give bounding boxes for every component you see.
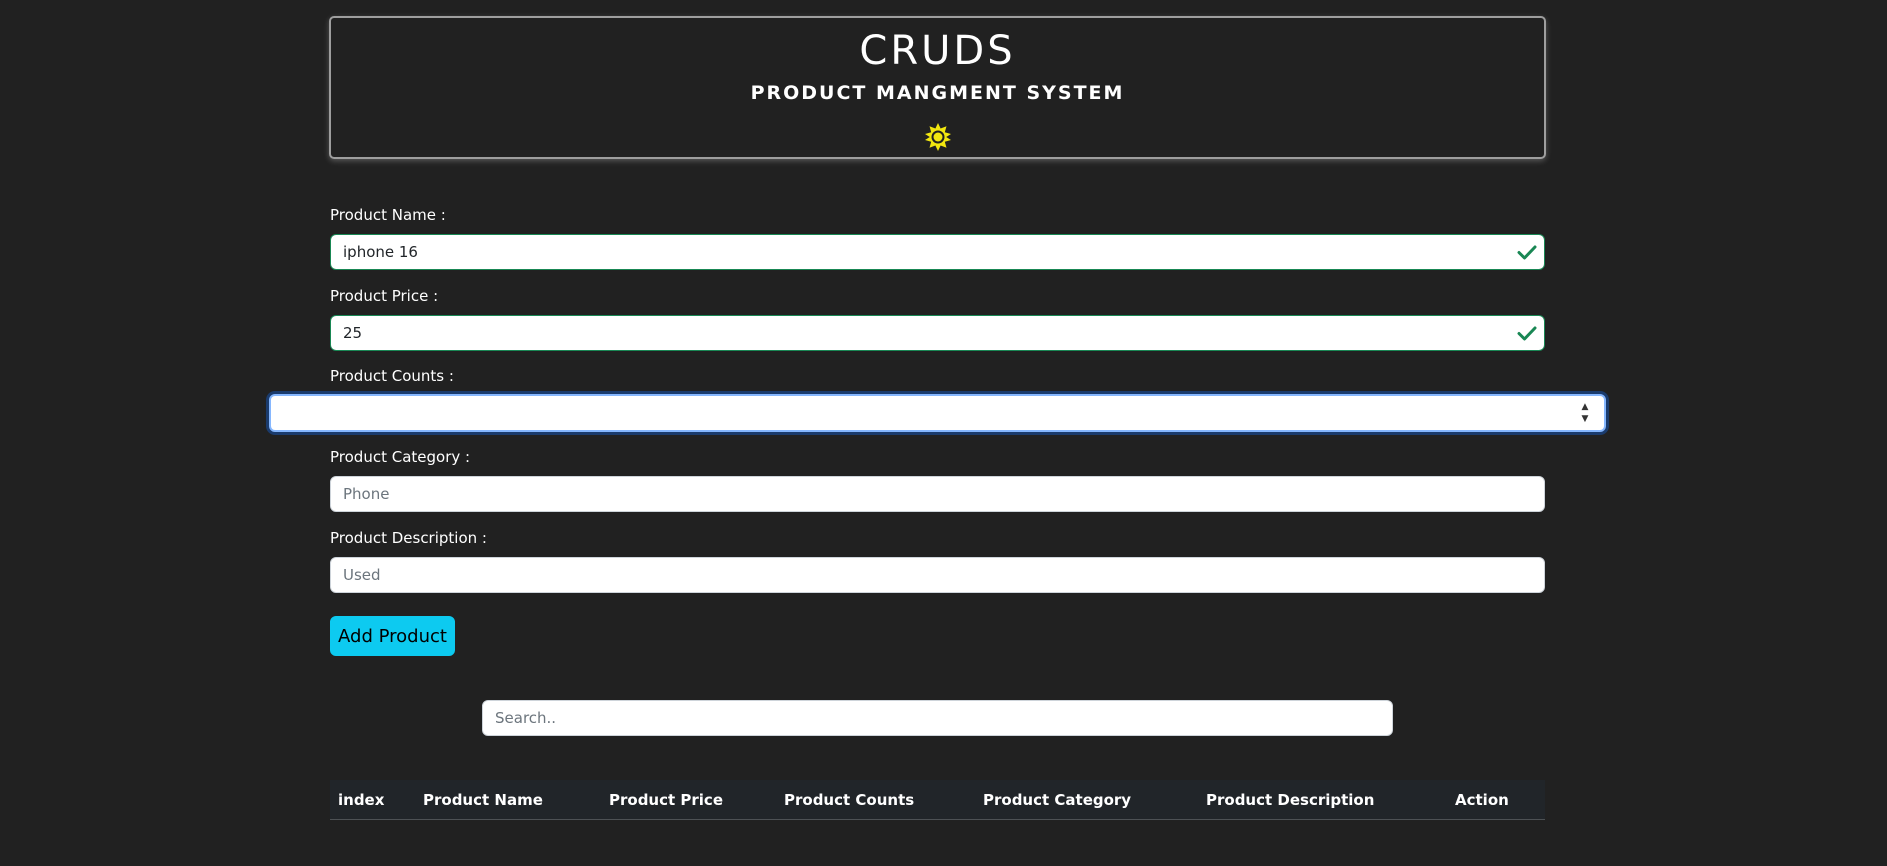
- column-header-product-description: Product Description: [1206, 791, 1375, 809]
- app-subtitle: PRODUCT MANGMENT SYSTEM: [750, 82, 1125, 104]
- app-header: CRUDS PRODUCT MANGMENT SYSTEM: [329, 16, 1546, 159]
- product-price-input[interactable]: [330, 315, 1545, 351]
- product-price-label: Product Price :: [330, 287, 439, 305]
- product-category-input[interactable]: [330, 476, 1545, 512]
- product-counts-label: Product Counts :: [330, 367, 454, 385]
- search-input[interactable]: [482, 700, 1393, 736]
- add-product-button[interactable]: Add Product: [330, 616, 455, 656]
- column-header-product-category: Product Category: [983, 791, 1132, 809]
- column-header-product-name: Product Name: [423, 791, 543, 809]
- product-counts-input[interactable]: [269, 394, 1606, 432]
- product-table: index Product Name Product Price Product…: [330, 780, 1545, 820]
- product-name-input[interactable]: [330, 234, 1545, 270]
- column-header-product-price: Product Price: [609, 791, 723, 809]
- column-header-index: index: [338, 791, 385, 809]
- column-header-action: Action: [1455, 791, 1509, 809]
- product-category-label: Product Category :: [330, 448, 471, 466]
- check-icon: [1517, 326, 1537, 341]
- app-title: CRUDS: [859, 28, 1016, 74]
- product-name-label: Product Name :: [330, 206, 446, 224]
- product-description-label: Product Description :: [330, 529, 487, 547]
- check-icon: [1517, 245, 1537, 260]
- spinner-down-icon[interactable]: ▼: [1582, 414, 1589, 424]
- spinner-up-icon[interactable]: ▲: [1582, 402, 1589, 412]
- sun-icon[interactable]: [923, 122, 953, 152]
- product-description-input[interactable]: [330, 557, 1545, 593]
- column-header-product-counts: Product Counts: [784, 791, 915, 809]
- number-spinner[interactable]: ▲ ▼: [1578, 402, 1592, 424]
